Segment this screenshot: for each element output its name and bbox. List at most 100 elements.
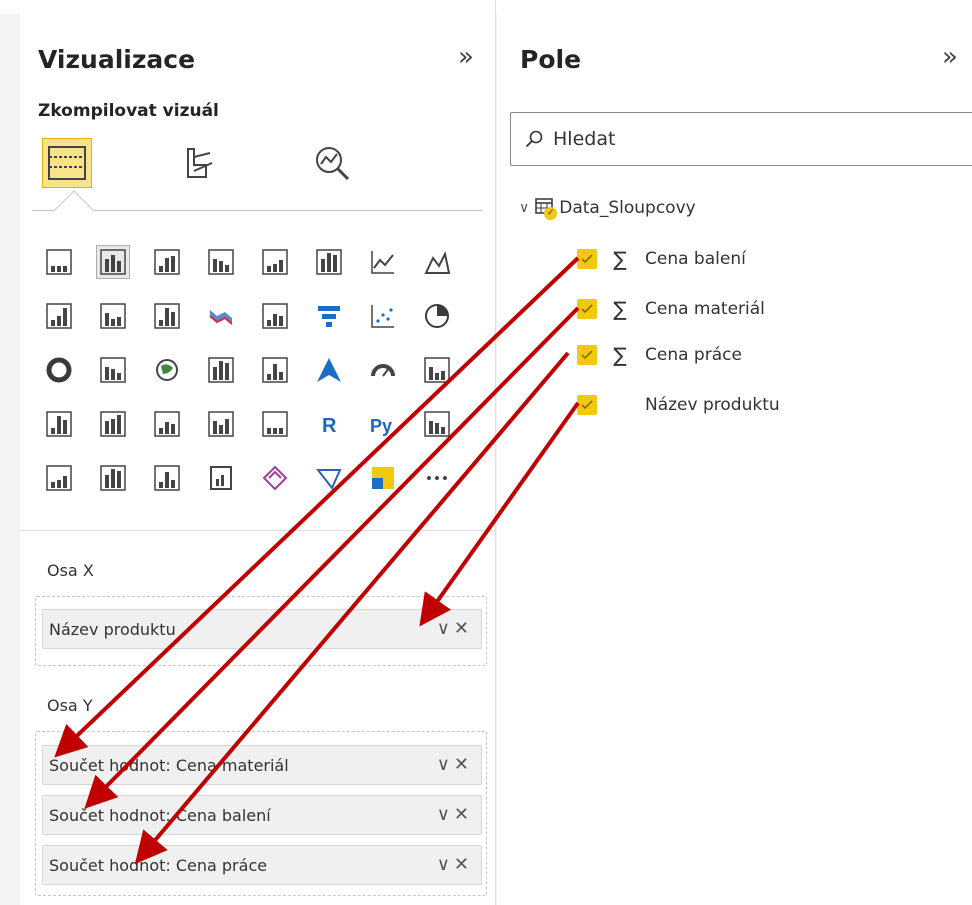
fields-pane: Pole » Hledat ∨ ✓ Data_Sloupcovy ∑ Cena …	[497, 0, 972, 905]
field-row[interactable]: ∑ Název produktu	[577, 393, 780, 417]
field-name: Název produktu	[645, 395, 780, 415]
filled-map-icon[interactable]	[204, 353, 238, 387]
check-badge-icon: ✓	[544, 207, 558, 220]
more-options-icon[interactable]	[420, 461, 454, 495]
ribbon-icon[interactable]	[204, 299, 238, 333]
close-icon[interactable]: ✕	[454, 754, 473, 775]
divider	[20, 530, 496, 531]
close-icon[interactable]: ✕	[454, 618, 473, 639]
chevron-down-icon[interactable]: ∨	[437, 804, 454, 825]
paginated-report-icon[interactable]	[204, 461, 238, 495]
field-controls[interactable]: ∨✕	[437, 804, 473, 825]
100-column-icon[interactable]	[312, 245, 346, 279]
axis-y-field-pill[interactable]: Součet hodnot: Cena balení ∨✕	[42, 795, 482, 835]
table-name: Data_Sloupcovy	[559, 198, 696, 218]
checkbox-checked-icon[interactable]	[577, 299, 597, 319]
axis-y-label: Osa Y	[47, 696, 93, 715]
decomposition-tree-icon[interactable]	[42, 461, 76, 495]
key-influencers-icon[interactable]	[420, 407, 454, 441]
treemap-icon[interactable]	[96, 353, 130, 387]
field-controls[interactable]: ∨✕	[437, 754, 473, 775]
field-row[interactable]: ∑ Cena materiál	[577, 297, 765, 321]
multi-row-card-icon[interactable]	[42, 407, 76, 441]
sigma-icon: ∑	[613, 343, 627, 367]
field-controls[interactable]: ∨✕	[437, 854, 473, 875]
map-icon[interactable]	[150, 353, 184, 387]
search-icon	[525, 130, 543, 148]
chevron-double-right-icon[interactable]: »	[458, 44, 474, 70]
stacked-column-icon[interactable]	[96, 245, 130, 279]
search-placeholder: Hledat	[553, 128, 616, 150]
stacked-area-icon[interactable]	[42, 299, 76, 333]
visualizations-title: Vizualizace	[38, 45, 196, 74]
axis-y-field-pill[interactable]: Součet hodnot: Cena materiál ∨✕	[42, 745, 482, 785]
svg-text:R: R	[322, 415, 337, 437]
chevron-double-right-icon[interactable]: »	[942, 44, 958, 70]
axis-x-field-name: Název produktu	[49, 619, 176, 639]
smart-narrative-icon[interactable]	[150, 461, 184, 495]
gauge-icon[interactable]	[366, 353, 400, 387]
build-visual-label: Zkompilovat vizuál	[38, 101, 219, 121]
card-icon[interactable]	[420, 353, 454, 387]
close-icon[interactable]: ✕	[454, 804, 473, 825]
line-clustered-icon[interactable]	[150, 299, 184, 333]
tab-caret	[54, 190, 94, 230]
scatter-icon[interactable]	[366, 299, 400, 333]
field-name: Cena balení	[645, 249, 746, 269]
table-icon[interactable]	[204, 407, 238, 441]
clustered-column-icon[interactable]	[204, 245, 238, 279]
table-icon: ✓	[535, 198, 558, 220]
100-bar-icon[interactable]	[258, 245, 292, 279]
funnel-icon[interactable]	[312, 299, 346, 333]
clustered-bar-icon[interactable]	[150, 245, 184, 279]
format-visual-icon[interactable]	[172, 138, 222, 188]
visualizations-pane: Vizualizace » Zkompilovat vizuál R Py Osa…	[20, 0, 496, 905]
kpi-icon[interactable]	[96, 407, 130, 441]
build-visual-icon[interactable]	[42, 138, 92, 188]
field-row[interactable]: ∑ Cena balení	[577, 247, 746, 271]
close-icon[interactable]: ✕	[454, 854, 473, 875]
slicer-icon[interactable]	[150, 407, 184, 441]
shape-map-icon[interactable]	[258, 353, 292, 387]
power-automate-icon[interactable]	[312, 461, 346, 495]
checkbox-checked-icon[interactable]	[577, 345, 597, 365]
matrix-icon[interactable]	[258, 407, 292, 441]
waterfall-icon[interactable]	[258, 299, 292, 333]
stacked-bar-icon[interactable]	[42, 245, 76, 279]
azure-map-icon[interactable]	[312, 353, 346, 387]
chevron-down-icon[interactable]: ∨	[437, 754, 454, 775]
axis-y-field-pill[interactable]: Součet hodnot: Cena práce ∨✕	[42, 845, 482, 885]
r-visual-icon[interactable]: R	[312, 407, 346, 441]
axis-y-field-name: Součet hodnot: Cena práce	[49, 855, 268, 875]
sigma-icon: ∑	[613, 247, 627, 271]
axis-y-field-name: Součet hodnot: Cena materiál	[49, 755, 289, 775]
axis-x-field-pill[interactable]: Název produktu ∨✕	[42, 609, 482, 649]
checkbox-checked-icon[interactable]	[577, 395, 597, 415]
svg-text:Py: Py	[370, 416, 392, 436]
tab-divider	[32, 210, 482, 211]
field-name: Cena práce	[645, 345, 742, 365]
field-controls[interactable]: ∨✕	[437, 618, 473, 639]
axis-x-label: Osa X	[47, 561, 94, 580]
area-chart-icon[interactable]	[420, 245, 454, 279]
fields-title: Pole	[520, 45, 582, 74]
python-visual-icon[interactable]: Py	[366, 407, 400, 441]
line-column-icon[interactable]	[96, 299, 130, 333]
axis-y-field-name: Součet hodnot: Cena balení	[49, 805, 271, 825]
chevron-down-icon[interactable]: ∨	[437, 618, 454, 639]
donut-icon[interactable]	[42, 353, 76, 387]
sigma-icon: ∑	[613, 297, 627, 321]
search-input[interactable]: Hledat	[510, 112, 972, 166]
field-name: Cena materiál	[645, 299, 765, 319]
table-node[interactable]: ∨ ✓ Data_Sloupcovy	[519, 198, 696, 220]
power-bi-goals-icon[interactable]	[366, 461, 400, 495]
power-apps-icon[interactable]	[258, 461, 292, 495]
analytics-icon[interactable]	[307, 138, 357, 188]
qa-icon[interactable]	[96, 461, 130, 495]
line-chart-icon[interactable]	[366, 245, 400, 279]
pie-icon[interactable]	[420, 299, 454, 333]
checkbox-checked-icon[interactable]	[577, 249, 597, 269]
chevron-down-icon[interactable]: ∨	[437, 854, 454, 875]
field-row[interactable]: ∑ Cena práce	[577, 343, 742, 367]
chevron-down-icon[interactable]: ∨	[519, 200, 529, 216]
